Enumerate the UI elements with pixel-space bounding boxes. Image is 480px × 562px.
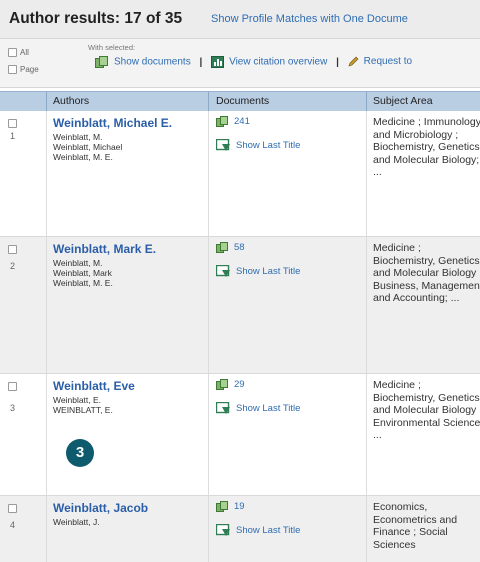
column-divider — [46, 92, 47, 111]
documents-icon — [95, 56, 108, 68]
author-name-variants: Weinblatt, M. Weinblatt, Mark Weinblatt,… — [53, 258, 113, 288]
name-variant: Weinblatt, Mark — [53, 268, 112, 278]
show-last-title-label: Show Last Title — [236, 140, 301, 152]
column-divider — [208, 111, 209, 562]
name-variant: Weinblatt, M. E. — [53, 278, 113, 288]
show-last-title-icon — [216, 402, 230, 414]
with-selected-label: With selected: — [88, 43, 136, 52]
show-last-title-link[interactable]: Show Last Title — [216, 402, 300, 415]
request-button[interactable]: Request to — [348, 56, 413, 68]
row-number: 1 — [10, 131, 16, 141]
select-page-option[interactable]: Page — [8, 65, 39, 75]
documents-icon — [216, 242, 228, 253]
document-count: 19 — [234, 501, 245, 513]
toolbar-separator: | — [336, 56, 339, 68]
show-last-title-icon — [216, 524, 230, 536]
pencil-icon — [348, 56, 359, 67]
row-number: 3 — [10, 403, 16, 413]
documents-icon — [216, 116, 228, 127]
select-all-checkbox[interactable] — [8, 48, 17, 58]
column-header-documents[interactable]: Documents — [216, 95, 269, 107]
author-name-link[interactable]: Weinblatt, Eve — [53, 379, 135, 393]
row-number: 2 — [10, 261, 16, 271]
name-variant: Weinblatt, M. — [53, 132, 103, 142]
show-last-title-label: Show Last Title — [236, 525, 301, 537]
author-row: 1 Weinblatt, Michael E. Weinblatt, M. We… — [0, 111, 480, 237]
document-count: 241 — [234, 116, 250, 128]
author-name-link[interactable]: Weinblatt, Mark E. — [53, 242, 156, 256]
author-name-variants: Weinblatt, M. Weinblatt, Michael Weinbla… — [53, 132, 122, 162]
citation-chart-icon — [211, 56, 225, 68]
show-last-title-link[interactable]: Show Last Title — [216, 524, 300, 537]
select-page-checkbox[interactable] — [8, 65, 17, 75]
name-variant: Weinblatt, E. — [53, 395, 102, 405]
name-variant: Weinblatt, J. — [53, 517, 100, 527]
row-select-checkbox[interactable] — [8, 382, 17, 391]
select-all-label: All — [20, 48, 29, 57]
selection-toolbar: All Page With selected: Show documents |… — [0, 39, 480, 88]
author-row: 3 Weinblatt, Eve Weinblatt, E. WEINBLATT… — [0, 374, 480, 496]
column-divider — [366, 111, 367, 562]
row-select-checkbox[interactable] — [8, 245, 17, 254]
show-last-title-label: Show Last Title — [236, 266, 301, 278]
show-last-title-icon — [216, 139, 230, 151]
row-select-checkbox[interactable] — [8, 119, 17, 128]
document-count: 58 — [234, 242, 245, 254]
document-count-link[interactable]: 58 — [216, 242, 245, 253]
show-documents-label: Show documents — [114, 56, 191, 68]
request-label: Request to — [363, 56, 413, 68]
documents-icon — [216, 379, 228, 390]
column-divider — [366, 92, 367, 111]
column-divider — [208, 92, 209, 111]
bulk-actions: Show documents | View citation overview … — [95, 56, 412, 68]
results-title: Author results: 17 of 35 — [9, 10, 183, 27]
name-variant: WEINBLATT, E. — [53, 405, 113, 415]
row-select-checkbox[interactable] — [8, 504, 17, 513]
show-last-title-label: Show Last Title — [236, 403, 301, 415]
subject-area: Medicine ; Biochemistry, Genetics and Mo… — [373, 242, 480, 304]
subject-area: Medicine ; Immunology and Microbiology ;… — [373, 116, 480, 178]
author-name-link[interactable]: Weinblatt, Michael E. — [53, 116, 172, 130]
name-variant: Weinblatt, Michael — [53, 142, 123, 152]
view-citation-overview-button[interactable]: View citation overview — [211, 56, 327, 68]
select-page-label: Page — [20, 65, 39, 74]
column-divider — [46, 111, 47, 562]
column-header-subject-area[interactable]: Subject Area — [373, 95, 433, 107]
subject-area: Economics, Econometrics and Finance ; So… — [373, 501, 458, 551]
author-row: 2 Weinblatt, Mark E. Weinblatt, M. Weinb… — [0, 237, 480, 374]
view-citation-overview-label: View citation overview — [229, 56, 328, 68]
document-count: 29 — [234, 379, 245, 391]
subject-area: Medicine ; Biochemistry, Genetics and Mo… — [373, 379, 480, 441]
toolbar-separator: | — [199, 56, 203, 68]
results-table-header: Authors Documents Subject Area — [0, 91, 480, 112]
documents-icon — [216, 501, 228, 512]
author-name-variants: Weinblatt, J. — [53, 517, 100, 527]
author-row: 4 Weinblatt, Jacob Weinblatt, J. 19 Show… — [0, 496, 480, 562]
author-name-link[interactable]: Weinblatt, Jacob — [53, 501, 148, 515]
document-count-link[interactable]: 241 — [216, 116, 250, 127]
show-documents-button[interactable]: Show documents — [95, 56, 191, 68]
name-variant: Weinblatt, M. — [53, 258, 103, 268]
column-header-authors[interactable]: Authors — [53, 95, 89, 107]
author-name-variants: Weinblatt, E. WEINBLATT, E. — [53, 395, 113, 415]
results-header: Author results: 17 of 35 Show Profile Ma… — [0, 0, 480, 39]
row-number: 4 — [10, 520, 16, 530]
author-results-page: Author results: 17 of 35 Show Profile Ma… — [0, 0, 480, 562]
document-count-link[interactable]: 29 — [216, 379, 245, 390]
show-last-title-link[interactable]: Show Last Title — [216, 265, 300, 278]
document-count-link[interactable]: 19 — [216, 501, 245, 512]
show-last-title-icon — [216, 265, 230, 277]
show-last-title-link[interactable]: Show Last Title — [216, 139, 300, 152]
show-profile-matches-link[interactable]: Show Profile Matches with One Docume — [211, 13, 408, 25]
select-all-option[interactable]: All — [8, 48, 29, 58]
step-callout-badge: 3 — [66, 439, 94, 467]
name-variant: Weinblatt, M. E. — [53, 152, 113, 162]
